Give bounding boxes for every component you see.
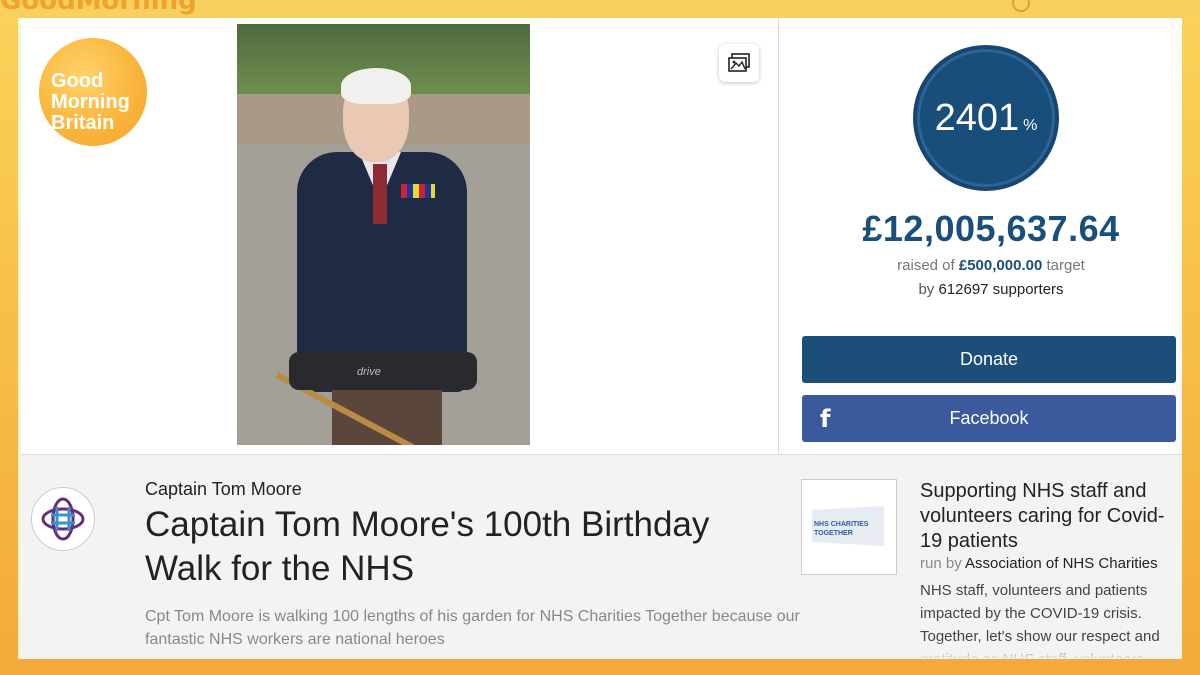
supporters-count: 612697 supporters [938, 281, 1064, 298]
panel-divider [778, 18, 779, 454]
logo-line-2: Morning [51, 91, 130, 113]
cause-title[interactable]: Supporting NHS staff and volunteers cari… [920, 479, 1180, 554]
supporters-line: by 612697 supporters [797, 281, 1182, 298]
logo-line-1: Good [51, 70, 104, 92]
progress-percent-circle: 2401% [913, 45, 1059, 191]
details-section: Captain Tom Moore Captain Tom Moore's 10… [21, 454, 1182, 659]
page-description: Cpt Tom Moore is walking 100 lengths of … [145, 608, 800, 648]
target-amount: £500,000.00 [958, 257, 1043, 274]
image-gallery-icon [728, 53, 750, 72]
target-line: raised of £500,000.00 target [797, 257, 1182, 274]
brand-logo: GoodMorning [0, 0, 197, 16]
organiser-avatar[interactable] [31, 487, 95, 551]
logo-line-3: Britain [51, 112, 115, 134]
cause-logo-tag: NHS CHARITIES TOGETHER [812, 506, 884, 546]
percent-unit: % [1023, 117, 1038, 134]
facebook-share-button[interactable]: f Facebook [802, 395, 1176, 442]
good-morning-britain-logo: Good Morning Britain [39, 38, 147, 146]
organiser-name[interactable]: Captain Tom Moore [145, 479, 302, 500]
run-by-prefix: run by [920, 555, 962, 572]
cause-run-by: run by Association of NHS Charities [920, 555, 1180, 572]
nhs-charity-logo-icon [41, 497, 85, 541]
facebook-icon: f [820, 405, 831, 433]
top-bar: GoodMorning [0, 0, 1200, 18]
page-title: Captain Tom Moore's 100th Birthday Walk … [145, 505, 710, 588]
walker-brand-text: drive [357, 366, 381, 378]
facebook-label: Facebook [949, 408, 1029, 428]
amount-raised: £12,005,637.64 [862, 208, 1120, 249]
fundraiser-page: Good Morning Britain drive 2401 % £12,00… [18, 18, 1182, 659]
search-icon[interactable] [1012, 0, 1030, 12]
supporters-prefix: by [918, 281, 935, 298]
target-suffix: target [1046, 257, 1085, 274]
donate-button[interactable]: Donate [802, 336, 1176, 383]
fundraiser-photo[interactable]: drive [237, 24, 530, 445]
cause-logo[interactable]: NHS CHARITIES TOGETHER [801, 479, 897, 575]
hero-section: Good Morning Britain drive 2401 % £12,00… [21, 18, 1182, 454]
cause-logo-text-2: TOGETHER [814, 530, 853, 537]
image-gallery-button[interactable] [719, 44, 759, 82]
cause-logo-text-1: NHS CHARITIES [814, 521, 869, 528]
progress-percent: 2401 [934, 97, 1020, 139]
raised-prefix: raised of [897, 257, 955, 274]
text-fade [920, 640, 1180, 659]
donate-label: Donate [959, 349, 1019, 369]
run-by-organisation[interactable]: Association of NHS Charities [965, 555, 1158, 572]
